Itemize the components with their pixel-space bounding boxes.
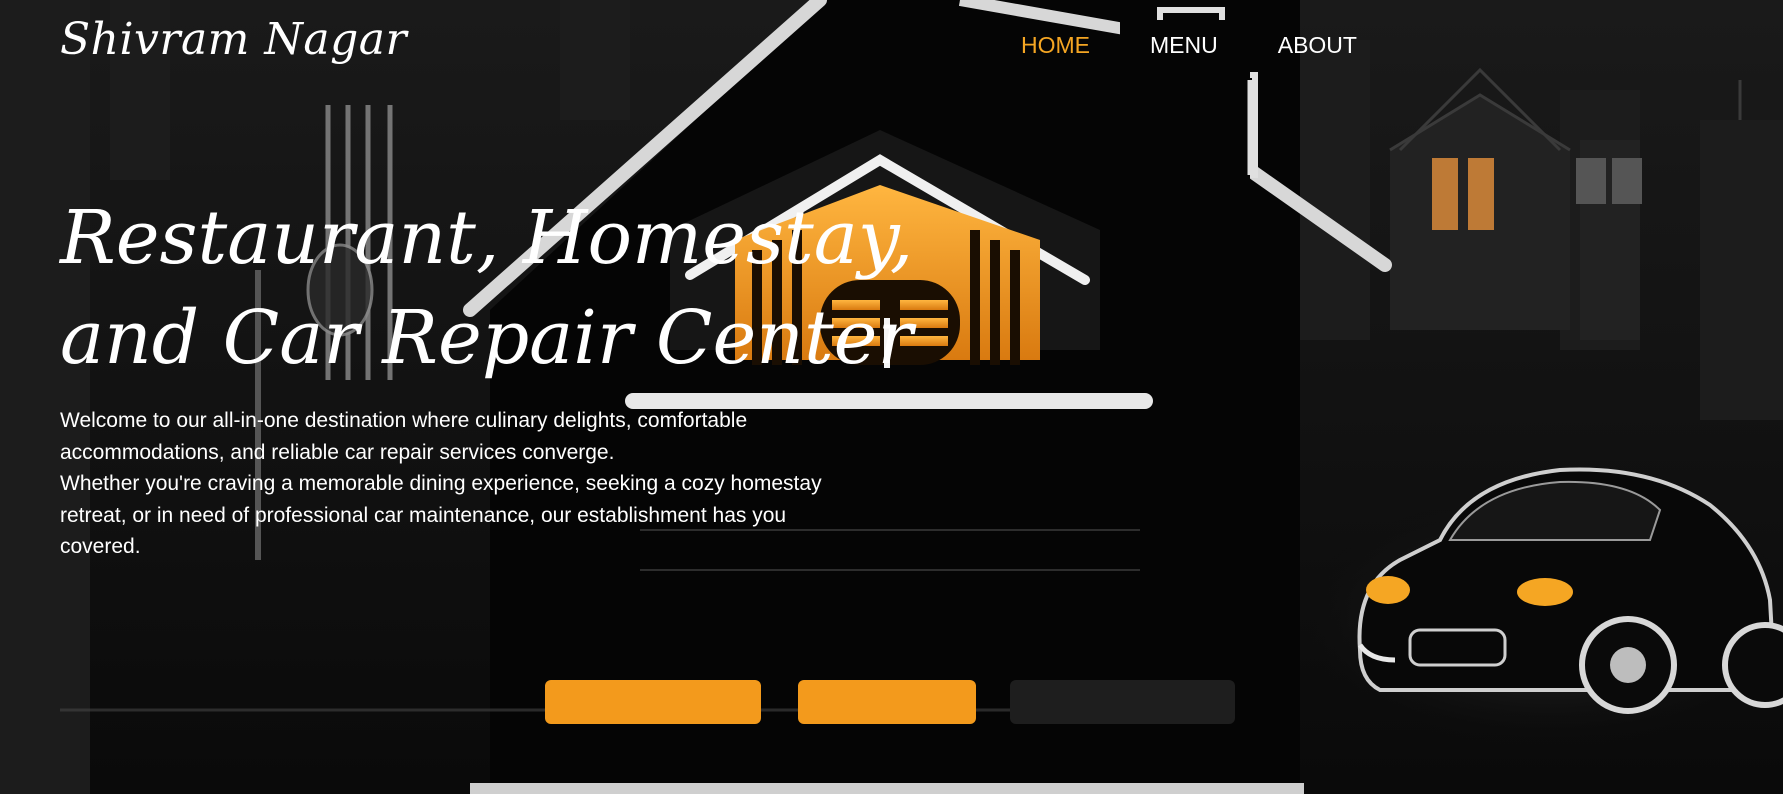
- nav-about-link[interactable]: ABOUT: [1278, 32, 1357, 59]
- hero-description: Welcome to our all-in-one destination wh…: [60, 405, 870, 563]
- hero-title: Restaurant, Homestay, and Car Repair Cen…: [60, 195, 914, 381]
- hero-paragraph-1: Welcome to our all-in-one destination wh…: [60, 409, 748, 464]
- brand-logo[interactable]: Shivram Nagar: [60, 14, 407, 65]
- nav-menu-link[interactable]: MENU: [1150, 32, 1218, 59]
- hero-background-illustration: [0, 0, 1783, 794]
- nav-home-link[interactable]: HOME: [1021, 32, 1090, 59]
- hero-paragraph-2: Whether you're craving a memorable dinin…: [60, 472, 822, 558]
- main-nav: HOME MENU ABOUT: [1021, 32, 1417, 59]
